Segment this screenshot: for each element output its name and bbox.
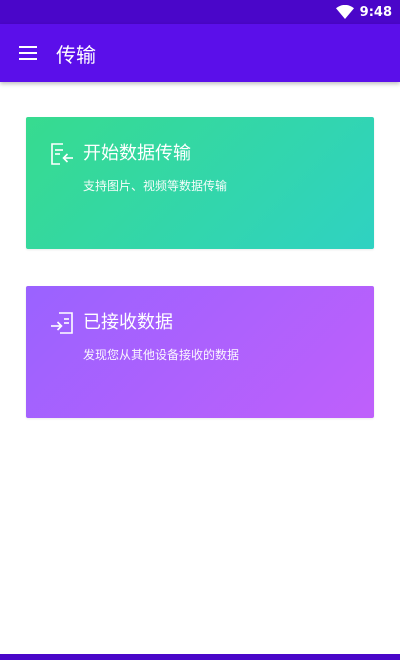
transfer-screen: 9:48 传输 开始数据传输 支持图片、视频等数据传输 已接收数据 发现您从其他… <box>0 0 400 660</box>
menu-button[interactable] <box>0 24 56 82</box>
navigation-bar <box>0 654 400 660</box>
start-transfer-title: 开始数据传输 <box>83 143 191 164</box>
status-time: 9:48 <box>359 4 392 20</box>
wifi-icon <box>335 5 354 19</box>
received-data-title: 已接收数据 <box>83 312 173 333</box>
received-data-subtitle: 发现您从其他设备接收的数据 <box>83 348 240 362</box>
start-transfer-card[interactable]: 开始数据传输 支持图片、视频等数据传输 <box>26 117 374 249</box>
start-transfer-subtitle: 支持图片、视频等数据传输 <box>83 179 228 193</box>
hamburger-menu-icon <box>19 46 37 60</box>
receive-document-icon <box>51 312 73 334</box>
send-document-icon <box>51 143 73 165</box>
received-data-card[interactable]: 已接收数据 发现您从其他设备接收的数据 <box>26 286 374 418</box>
status-bar: 9:48 <box>0 0 400 24</box>
page-title: 传输 <box>56 42 96 67</box>
app-bar: 传输 <box>0 24 400 82</box>
